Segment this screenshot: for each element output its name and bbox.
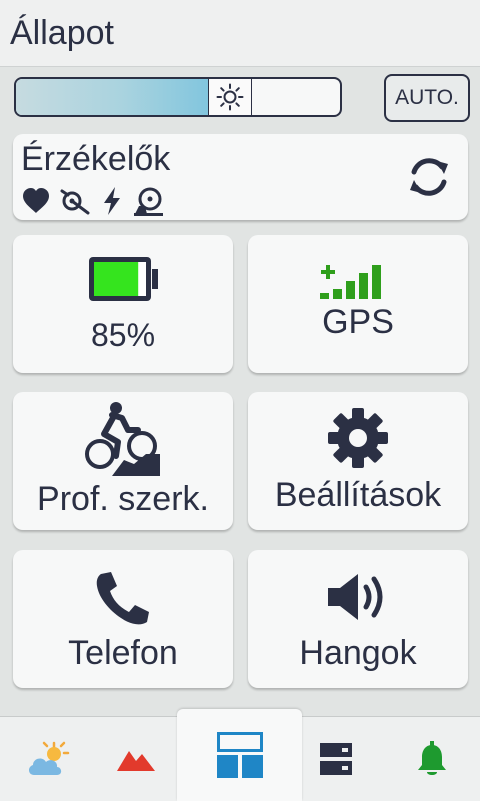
auto-brightness-button[interactable]: AUTO.	[384, 74, 470, 122]
notification-bell-icon	[418, 741, 446, 775]
page-title: Állapot	[10, 14, 114, 52]
cyclist-icon	[85, 402, 160, 476]
brightness-thumb[interactable]	[207, 79, 252, 115]
gps-label: GPS	[322, 303, 394, 341]
header: Állapot	[0, 0, 480, 67]
power-icon	[104, 187, 120, 215]
profile-edit-label: Prof. szerk.	[37, 480, 209, 518]
heart-icon	[23, 188, 49, 213]
weather-icon	[28, 741, 70, 775]
brightness-fill	[16, 79, 230, 115]
speaker-icon	[328, 574, 383, 620]
nav-storage[interactable]	[300, 717, 372, 801]
nav-dashboard[interactable]	[177, 709, 302, 801]
phone-label: Telefon	[68, 634, 178, 672]
cadence-sensor-icon	[60, 189, 90, 215]
bottom-navigation	[0, 709, 480, 801]
phone-icon	[96, 572, 149, 625]
nav-elevation[interactable]	[96, 717, 176, 801]
battery-icon	[89, 257, 158, 301]
nav-weather[interactable]	[0, 717, 96, 801]
refresh-icon[interactable]	[404, 152, 454, 202]
brightness-slider[interactable]	[14, 77, 342, 117]
sun-icon	[216, 83, 244, 111]
gps-tile[interactable]: GPS	[248, 235, 468, 373]
sensors-card[interactable]: Érzékelők	[13, 134, 468, 220]
speed-sensor-icon	[134, 187, 163, 216]
settings-label: Beállítások	[274, 476, 442, 514]
gear-icon	[328, 408, 388, 468]
storage-icon	[320, 743, 352, 775]
sensors-label: Érzékelők	[21, 140, 171, 178]
elevation-icon	[117, 751, 155, 771]
gps-signal-icon	[320, 265, 381, 299]
sounds-label: Hangok	[299, 634, 417, 672]
profile-edit-tile[interactable]: Prof. szerk.	[13, 392, 233, 530]
nav-notifications[interactable]	[392, 717, 472, 801]
phone-tile[interactable]: Telefon	[13, 550, 233, 688]
battery-percentage: 85%	[90, 317, 156, 353]
settings-tile[interactable]: Beállítások	[248, 392, 468, 530]
sounds-tile[interactable]: Hangok	[248, 550, 468, 688]
battery-tile[interactable]: 85%	[13, 235, 233, 373]
sensor-icons	[21, 186, 165, 216]
dashboard-icon	[216, 732, 263, 778]
battery-level-fill	[94, 262, 139, 296]
